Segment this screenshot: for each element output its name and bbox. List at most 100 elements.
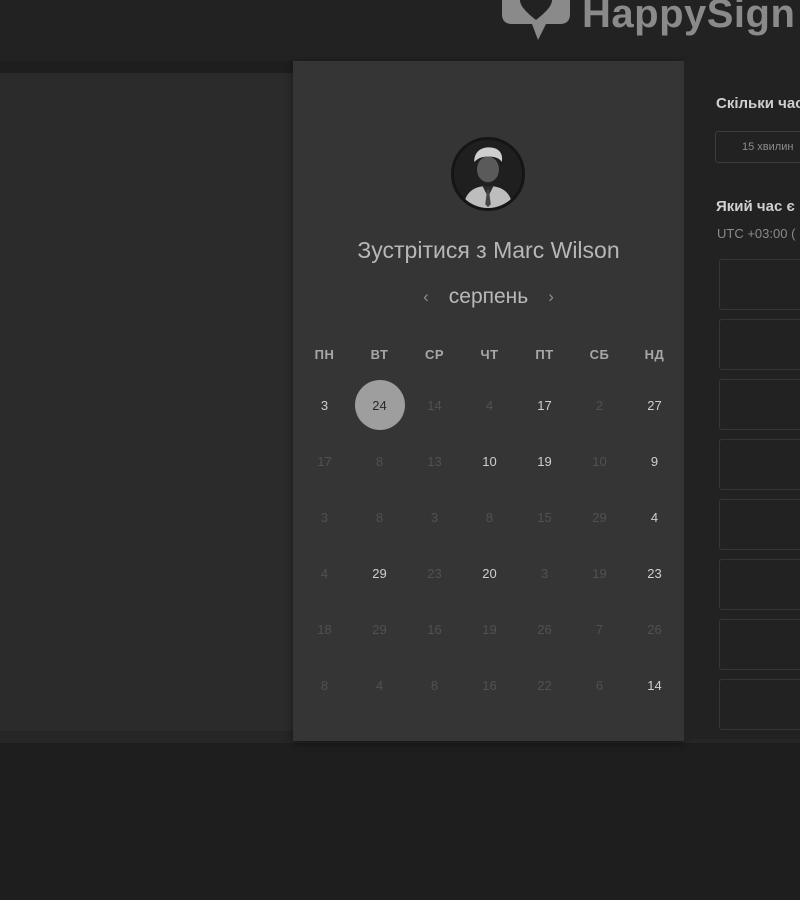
day-cell: 19 (572, 545, 627, 601)
month-navigation: ‹ серпень › (293, 285, 684, 309)
day-number: 22 (537, 677, 552, 693)
day-cell: 8 (352, 489, 407, 545)
day-cell[interactable]: 3 (297, 377, 352, 433)
day-number: 8 (375, 509, 384, 525)
day-cell: 3 (407, 489, 462, 545)
logo-text: HappySign (582, 0, 796, 36)
chevron-left-icon[interactable]: ‹ (419, 287, 433, 307)
day-cell: 2 (572, 377, 627, 433)
day-number: 29 (372, 621, 387, 637)
day-number: 4 (650, 509, 659, 525)
weekday-header: ПТ (535, 346, 554, 362)
day-cell: 8 (407, 657, 462, 713)
duration-select[interactable]: 15 хвилин (715, 131, 800, 163)
left-panel (0, 73, 294, 731)
day-cell: 23 (407, 545, 462, 601)
day-number: 13 (427, 453, 442, 469)
day-cell: 29 (352, 601, 407, 657)
day-number: 4 (375, 677, 384, 693)
day-number: 23 (427, 565, 442, 581)
booking-panel: Скільки час 15 хвилин Який час є UTC +03… (684, 61, 800, 739)
day-number: 10 (482, 453, 497, 469)
day-cell[interactable]: 17 (517, 377, 572, 433)
day-number: 2 (595, 397, 604, 413)
logo[interactable]: HappySign (498, 0, 795, 44)
day-cell: 8 (297, 657, 352, 713)
day-cell: 7 (572, 601, 627, 657)
day-cell: 10 (572, 433, 627, 489)
day-number: 8 (320, 677, 329, 693)
calendar-card: Зустрітися з Marc Wilson ‹ серпень › ПН … (293, 61, 684, 741)
day-cell: 19 (462, 601, 517, 657)
day-cell: 4 (462, 377, 517, 433)
day-cell: 26 (517, 601, 572, 657)
time-slot-button[interactable] (719, 499, 800, 550)
day-number: 29 (592, 509, 607, 525)
day-cell: 16 (407, 601, 462, 657)
duration-question: Скільки час (716, 95, 800, 112)
day-cell[interactable]: 20 (462, 545, 517, 601)
day-cell: 4 (297, 545, 352, 601)
calendar-grid: ПН ВТ СР ЧТ ПТ СБ НД 3 24 14 4 17 2 27 17 8 13 10 1… (297, 331, 682, 713)
month-label: серпень (448, 285, 529, 308)
day-number: 17 (317, 453, 332, 469)
day-cell[interactable]: 10 (462, 433, 517, 489)
day-number: 8 (485, 509, 494, 525)
day-cell: 8 (462, 489, 517, 545)
weekday-header: СБ (589, 346, 610, 362)
time-slot-button[interactable] (719, 439, 800, 490)
day-cell: 8 (352, 433, 407, 489)
day-cell[interactable]: 29 (352, 545, 407, 601)
day-cell: 26 (627, 601, 682, 657)
day-cell: 16 (462, 657, 517, 713)
day-number: 7 (595, 621, 604, 637)
weekday-header: ЧТ (480, 346, 499, 362)
day-cell: 4 (352, 657, 407, 713)
day-number: 18 (317, 621, 332, 637)
day-cell: 18 (297, 601, 352, 657)
meeting-title: Зустрітися з Marc Wilson (357, 237, 620, 263)
day-number: 16 (427, 621, 442, 637)
day-number: 16 (482, 677, 497, 693)
day-number: 3 (540, 565, 549, 581)
day-cell[interactable]: 14 (627, 657, 682, 713)
top-bar: HappySign (0, 0, 800, 61)
day-cell[interactable]: 27 (627, 377, 682, 433)
day-number: 26 (537, 621, 552, 637)
time-slot-button[interactable] (719, 619, 800, 670)
day-number: 19 (537, 453, 552, 469)
day-cell[interactable]: 19 (517, 433, 572, 489)
day-cell[interactable]: 4 (627, 489, 682, 545)
selected-day-cell[interactable]: 24 (352, 377, 407, 433)
day-number: 9 (650, 453, 659, 469)
day-number: 24 (354, 380, 405, 430)
day-number: 29 (372, 565, 387, 581)
chevron-right-icon[interactable]: › (544, 287, 558, 307)
day-number: 14 (427, 397, 442, 413)
day-cell[interactable]: 23 (627, 545, 682, 601)
weekday-header: ВТ (370, 346, 389, 362)
day-number: 3 (320, 397, 329, 413)
timezone-label[interactable]: UTC +03:00 ( (717, 226, 795, 241)
weekday-header: ПН (314, 346, 335, 362)
day-cell: 17 (297, 433, 352, 489)
day-cell: 29 (572, 489, 627, 545)
day-cell: 6 (572, 657, 627, 713)
time-slot-button[interactable] (719, 319, 800, 370)
day-cell: 3 (517, 545, 572, 601)
time-slot-button[interactable] (719, 679, 800, 730)
day-number: 3 (430, 509, 439, 525)
day-number: 19 (592, 565, 607, 581)
time-slot-button[interactable] (719, 379, 800, 430)
time-slot-button[interactable] (719, 259, 800, 310)
day-number: 19 (482, 621, 497, 637)
weekday-header: СР (424, 346, 445, 362)
time-slot-button[interactable] (719, 559, 800, 610)
day-number: 4 (320, 565, 329, 581)
day-cell[interactable]: 9 (627, 433, 682, 489)
day-number: 15 (537, 509, 552, 525)
time-question: Який час є (716, 198, 795, 215)
page: HappySign Зустрітися з Marc Wilson ‹ сер… (0, 0, 800, 900)
host-avatar (451, 137, 525, 211)
day-cell: 14 (407, 377, 462, 433)
